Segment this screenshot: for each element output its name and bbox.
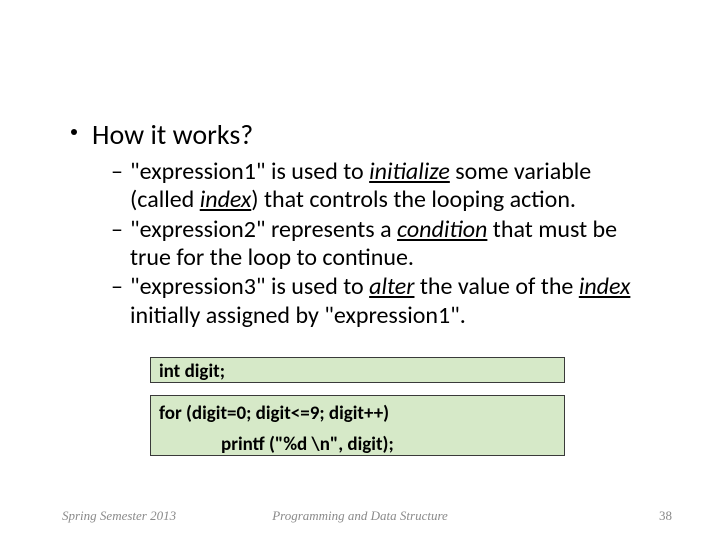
emphasis-index: index — [579, 272, 631, 301]
code-decl: int digit; — [159, 360, 225, 383]
sub-bullet-1: – "expression1" is used to initialize so… — [130, 158, 660, 215]
emphasis-index: index — [200, 185, 252, 214]
sub-bullet-2: – "expression2" represents a condition t… — [130, 216, 660, 273]
text-fragment: ) that controls the looping action. — [251, 185, 576, 214]
dash-icon: – — [111, 216, 123, 244]
emphasis-condition: condition — [397, 215, 487, 244]
text-fragment: "expression3" is used to — [130, 272, 369, 301]
footer-center: Programming and Data Structure — [0, 508, 720, 524]
main-bullet-item: How it works? — [72, 118, 253, 152]
emphasis-alter: alter — [369, 272, 414, 301]
text-fragment: "expression2" represents a — [130, 215, 397, 244]
dash-icon: – — [111, 158, 123, 186]
text-fragment: "expression1" is used to — [130, 157, 369, 186]
dash-icon: – — [111, 273, 123, 301]
sub-bullet-list: – "expression1" is used to initialize so… — [130, 158, 660, 331]
code-body-line: printf ("%d \n", digit); — [221, 431, 556, 460]
code-loop-box: for (digit=0; digit<=9; digit++) printf … — [150, 395, 565, 456]
text-fragment: the value of the — [414, 272, 578, 301]
code-for-line: for (digit=0; digit<=9; digit++) — [159, 402, 389, 425]
footer-page-number: 38 — [659, 508, 672, 524]
bullet-dot-icon — [71, 129, 77, 135]
sub-bullet-3: – "expression3" is used to alter the val… — [130, 273, 660, 330]
text-fragment: initially assigned by "expression1". — [130, 301, 466, 330]
code-declaration-box: int digit; — [150, 357, 565, 383]
emphasis-initialize: initialize — [369, 157, 450, 186]
slide: How it works? – "expression1" is used to… — [0, 0, 720, 540]
main-bullet-text: How it works? — [92, 117, 253, 152]
